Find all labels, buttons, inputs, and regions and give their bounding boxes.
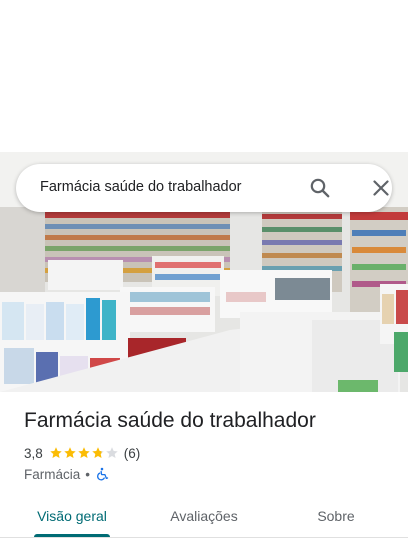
place-title: Farmácia saúde do trabalhador: [24, 409, 316, 432]
place-tabs: Visão geral Avaliações Sobre: [0, 496, 408, 536]
separator-dot: •: [85, 466, 90, 482]
star-filled-icon: [64, 447, 76, 459]
star-partial-icon: [92, 447, 104, 459]
star-filled-icon: [50, 447, 62, 459]
close-icon[interactable]: [369, 176, 393, 200]
category-row: Farmácia •: [24, 465, 109, 483]
place-category: Farmácia: [24, 466, 81, 482]
wheelchair-accessible-icon: [95, 467, 109, 481]
rating-stars: [49, 446, 119, 460]
rating-row[interactable]: 3,8 (6): [24, 444, 140, 462]
search-bar[interactable]: Farmácia saúde do trabalhador: [16, 164, 392, 212]
tab-overview[interactable]: Visão geral: [24, 496, 120, 536]
rating-value: 3,8: [24, 445, 43, 461]
review-count[interactable]: (6): [124, 446, 141, 461]
tabs-divider: [0, 537, 408, 538]
star-filled-icon: [78, 447, 90, 459]
map-area-blank: [0, 0, 408, 152]
search-icon[interactable]: [308, 176, 332, 200]
star-empty-icon: [106, 447, 118, 459]
tab-reviews[interactable]: Avaliações: [156, 496, 252, 536]
tab-about[interactable]: Sobre: [296, 496, 376, 536]
search-input[interactable]: Farmácia saúde do trabalhador: [40, 179, 242, 195]
